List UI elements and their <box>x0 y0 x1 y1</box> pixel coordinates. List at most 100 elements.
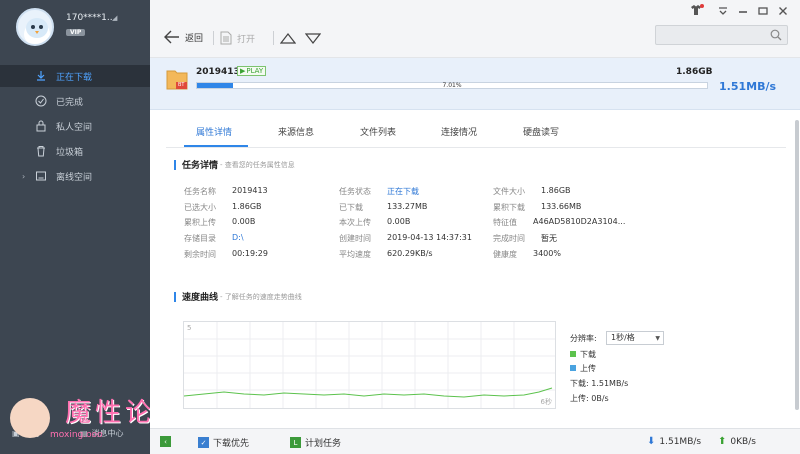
toolbar: 返回 打开 <box>150 0 800 58</box>
toolbar-divider <box>213 31 214 45</box>
search-input[interactable] <box>655 25 788 45</box>
statusbar: ‹ ✓ 下载优先 L 计划任务 ⬇ 1.51MB/s ⬆ 0KB/s <box>150 428 800 454</box>
tabs-divider <box>166 147 786 148</box>
sidebar-item-offline-space[interactable]: › 离线空间 <box>0 165 150 187</box>
main-menu-icon[interactable] <box>718 6 728 19</box>
info-value: 2019-04-13 14:37:31 <box>387 233 472 242</box>
tab-disk-io[interactable]: 硬盘读写 <box>523 125 559 138</box>
down-speed-value: 1.51MB/s <box>659 436 702 447</box>
triangle-up-icon <box>280 33 296 44</box>
info-label: 已下载 <box>339 203 363 212</box>
info-label: 特征值 <box>493 218 517 227</box>
info-value: 3400% <box>533 249 561 258</box>
down-speed-indicator: ⬇ 1.51MB/s <box>647 436 701 447</box>
sidebar-item-completed[interactable]: 已完成 <box>0 90 150 112</box>
back-label: 返回 <box>185 33 204 44</box>
chevron-right-icon[interactable]: › <box>22 172 25 181</box>
info-value: 620.29KB/s <box>387 249 433 258</box>
collapse-button[interactable]: ‹ <box>160 436 171 447</box>
sidebar-item-downloading[interactable]: 正在下载 <box>0 65 150 87</box>
upload-speed-readout: 上传: 0B/s <box>570 394 609 403</box>
move-up-button[interactable] <box>280 33 296 44</box>
scrollbar[interactable] <box>795 120 799 410</box>
sidebar-item-private-space[interactable]: 私人空间 <box>0 115 150 137</box>
storage-directory-link[interactable]: D:\ <box>232 233 244 242</box>
chevron-down-icon: ▼ <box>655 335 660 342</box>
info-label: 文件大小 <box>493 187 525 196</box>
schedule-icon: L <box>290 437 301 448</box>
sidebar-item-trash[interactable]: 垃圾箱 <box>0 140 150 162</box>
back-button[interactable]: 返回 <box>164 30 203 44</box>
main-panel: 返回 打开 BT 2019413 ▶ PLAY 1.86GB 7.01% 1.5… <box>150 0 800 454</box>
info-value: 1.86GB <box>232 202 262 211</box>
tab-connections[interactable]: 连接情况 <box>441 125 477 138</box>
task-progress-bar: 7.01% <box>196 82 708 89</box>
legend-upload-label: 上传 <box>580 364 596 373</box>
speed-subtitle: - 了解任务的速度走势曲线 <box>220 292 302 301</box>
info-value: 0.00B <box>387 217 411 226</box>
vip-badge: VIP <box>66 29 86 36</box>
task-size: 1.86GB <box>676 67 713 77</box>
speed-title: 速度曲线 <box>182 293 219 303</box>
task-row[interactable]: BT 2019413 ▶ PLAY 1.86GB 7.01% 1.51MB/s <box>150 58 800 110</box>
lock-icon <box>34 119 48 133</box>
sidebar-item-label: 私人空间 <box>56 122 93 133</box>
task-name: 2019413 <box>196 67 240 77</box>
sidebar-item-label: 已完成 <box>56 97 84 108</box>
info-value: 2019413 <box>232 186 268 195</box>
info-label: 平均速度 <box>339 250 371 259</box>
move-down-button[interactable] <box>305 33 321 44</box>
info-value: 00:19:29 <box>232 249 268 258</box>
info-label: 健康度 <box>493 250 517 259</box>
info-label: 任务状态 <box>339 187 371 196</box>
user-menu-caret-icon[interactable]: ◢ <box>112 14 117 22</box>
resolution-select[interactable]: 1秒/格 ▼ <box>606 331 664 345</box>
username[interactable]: 170****1... <box>66 13 116 23</box>
download-speed-readout: 下载: 1.51MB/s <box>570 379 629 388</box>
search-icon[interactable] <box>770 29 782 41</box>
download-first-toggle[interactable]: ✓ 下载优先 <box>198 436 249 449</box>
open-button[interactable]: 打开 <box>220 31 255 45</box>
chart-top-label: 5 <box>187 324 192 332</box>
speed-chart: 5 6秒 <box>183 321 556 409</box>
tab-properties[interactable]: 属性详情 <box>196 125 232 138</box>
maximize-icon[interactable] <box>758 6 768 19</box>
legend-upload: 上传 <box>570 363 596 374</box>
info-label: 累积下载 <box>493 203 525 212</box>
up-speed-value: 0KB/s <box>730 436 756 447</box>
details-title: 任务详情 <box>182 161 219 171</box>
info-label: 存储目录 <box>184 234 216 243</box>
sidebar: 170****1... ◢ VIP 正在下载 已完成 私人空间 垃圾箱 › 离线… <box>0 0 150 454</box>
close-icon[interactable] <box>778 6 788 19</box>
details-section-title: 任务详情 - 查看您的任务属性信息 <box>174 158 295 172</box>
chevron-left-icon: ‹ <box>160 436 171 447</box>
details-subtitle: - 查看您的任务属性信息 <box>220 160 295 169</box>
tab-file-list[interactable]: 文件列表 <box>360 125 396 138</box>
info-value: 1.86GB <box>541 186 571 195</box>
skin-shirt-icon[interactable] <box>690 4 704 19</box>
speed-chart-svg <box>183 322 555 408</box>
tab-source-info[interactable]: 来源信息 <box>278 125 314 138</box>
info-value: A46AD5810D2A3104... <box>533 217 626 226</box>
info-label: 剩余时间 <box>184 250 216 259</box>
task-status-value: 正在下载 <box>387 187 419 196</box>
arrow-up-icon: ⬆ <box>718 436 727 447</box>
check-circle-icon <box>34 94 48 108</box>
open-label: 打开 <box>237 34 256 45</box>
cloud-drive-icon <box>34 169 48 183</box>
download-first-label: 下载优先 <box>213 439 250 449</box>
avatar[interactable] <box>16 8 54 46</box>
sidebar-item-label: 正在下载 <box>56 72 93 83</box>
info-label: 完成时间 <box>493 234 525 243</box>
info-value: 0.00B <box>232 217 256 226</box>
sidebar-item-label: 垃圾箱 <box>56 147 84 158</box>
legend-download: 下载 <box>570 349 596 360</box>
watermark-url: moxing.ooo <box>50 430 103 440</box>
scheduled-task-button[interactable]: L 计划任务 <box>290 436 341 449</box>
minimize-icon[interactable] <box>738 6 748 19</box>
scheduled-label: 计划任务 <box>305 439 342 449</box>
play-button[interactable]: ▶ PLAY <box>237 66 267 76</box>
download-swatch <box>570 351 576 357</box>
info-label: 任务名称 <box>184 187 216 196</box>
resolution-label: 分辨率: <box>570 334 597 343</box>
